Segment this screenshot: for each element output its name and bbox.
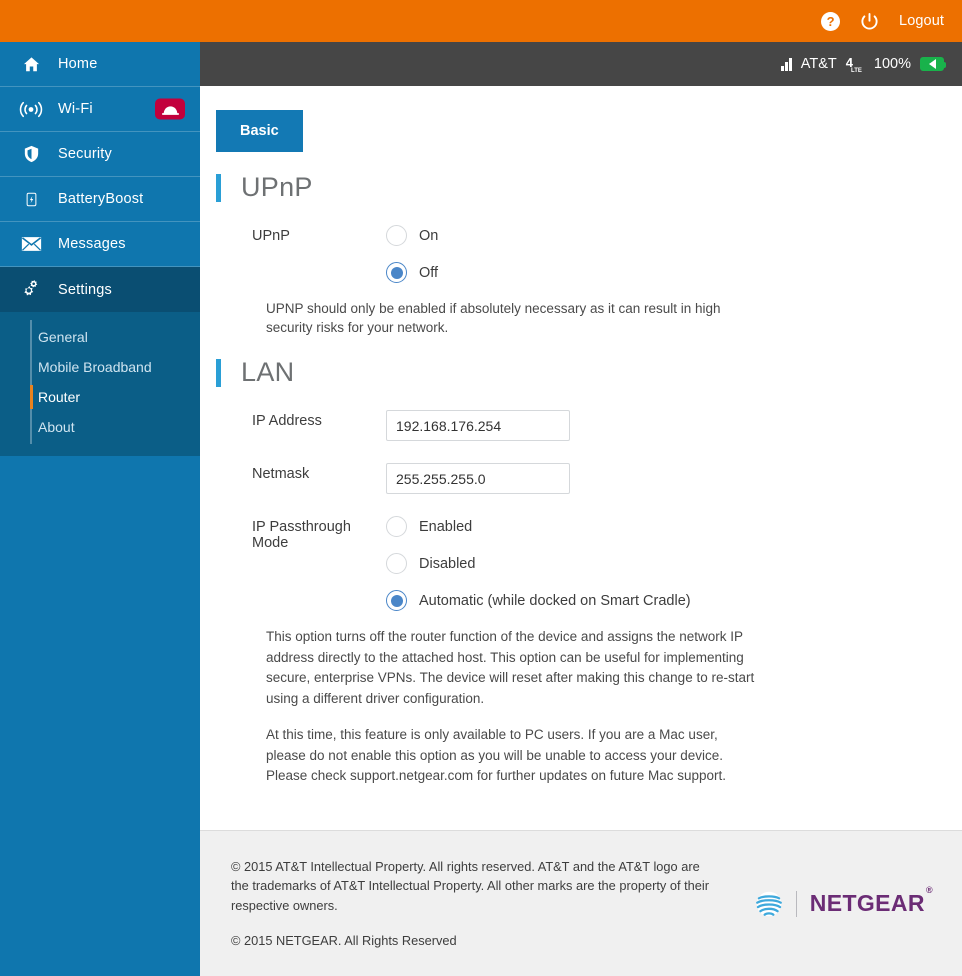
ip-passthrough-radio-group: Enabled Disabled Automatic (while docked… (386, 516, 932, 612)
shield-icon (18, 144, 44, 164)
sidebar-item-home[interactable]: Home (0, 42, 200, 87)
sidebar-item-label: Wi-Fi (58, 101, 93, 117)
radio-icon[interactable] (386, 516, 407, 538)
envelope-icon (18, 236, 44, 252)
upnp-radio-group: On Off (386, 225, 932, 283)
sidebar-item-wifi[interactable]: Wi-Fi (0, 87, 200, 132)
4g-lte-icon: 4LTE (846, 56, 865, 75)
passthrough-description-paragraph: This option turns off the router functio… (266, 629, 755, 706)
submenu-item-label: Mobile Broadband (38, 359, 152, 375)
submenu-item-about[interactable]: About (0, 412, 200, 442)
upnp-option-off[interactable]: Off (386, 262, 932, 283)
passthrough-option-enabled[interactable]: Enabled (386, 516, 932, 538)
main-content: Basic UPnP UPnP On Off UPNP should only … (200, 86, 962, 830)
section-accent-bar (216, 358, 221, 387)
netmask-input[interactable] (386, 463, 570, 495)
passthrough-option-automatic[interactable]: Automatic (while docked on Smart Cradle) (386, 590, 932, 612)
submenu-item-label: General (38, 329, 88, 345)
header-actions: ? Logout (821, 11, 944, 31)
gear-icon (18, 279, 44, 300)
settings-submenu: General Mobile Broadband Router About (0, 312, 200, 456)
device-status-bar: AT&T 4LTE 100% (200, 42, 962, 86)
sidebar-item-label: Settings (58, 281, 112, 298)
logout-button[interactable]: Logout (899, 13, 944, 29)
radio-label: Disabled (419, 555, 476, 572)
netgear-word-text: NETGEAR (809, 890, 925, 916)
logo-divider (795, 890, 797, 917)
footer-copyright-block: © 2015 AT&T Intellectual Property. All r… (231, 857, 721, 950)
sidebar-item-security[interactable]: Security (0, 132, 200, 177)
carrier-label: AT&T (800, 56, 837, 72)
sidebar-nav: Home Wi-Fi Security BatteryBoost Message… (0, 42, 200, 976)
ip-address-control (386, 410, 932, 442)
page-footer: © 2015 AT&T Intellectual Property. All r… (200, 830, 962, 976)
upnp-option-on[interactable]: On (386, 225, 932, 246)
section-header-upnp: UPnP (216, 172, 932, 203)
submenu-item-label: About (38, 419, 75, 435)
netgear-att-logo: NETGEAR® (755, 885, 933, 918)
ip-address-label: IP Address (252, 413, 322, 430)
att-globe-icon (755, 890, 783, 918)
hotspot-device-badge[interactable] (155, 98, 185, 120)
wifi-signal-icon (18, 100, 44, 119)
radio-icon[interactable] (386, 553, 407, 575)
upnp-warning-note: UPNP should only be enabled if absolutel… (266, 301, 721, 336)
battery-charging-icon (920, 57, 946, 71)
radio-icon[interactable] (386, 225, 407, 246)
netmask-field-row: Netmask (216, 463, 932, 495)
submenu-item-mobile-broadband[interactable]: Mobile Broadband (0, 352, 200, 382)
section-header-lan: LAN (216, 357, 932, 388)
att-copyright-text: © 2015 AT&T Intellectual Property. All r… (231, 859, 709, 913)
battery-phone-icon (18, 189, 44, 210)
signal-bars-icon (781, 57, 792, 71)
sidebar-item-messages[interactable]: Messages (0, 222, 200, 267)
help-question-icon[interactable]: ? (821, 11, 841, 31)
upnp-field-row: UPnP On Off (216, 225, 932, 283)
submenu-active-marker (30, 385, 33, 409)
ip-address-input[interactable] (386, 410, 570, 442)
network-tech-label: LTE (851, 68, 862, 75)
radio-label: Enabled (419, 518, 473, 535)
sidebar-item-label: Security (58, 146, 112, 162)
radio-label: Automatic (while docked on Smart Cradle) (419, 592, 691, 609)
submenu-item-label: Router (38, 389, 81, 405)
mac-support-text-post: for further updates on future Mac suppor… (473, 768, 727, 784)
radio-icon-selected[interactable] (386, 590, 407, 612)
section-title: LAN (241, 357, 295, 388)
right-panel: AT&T 4LTE 100% Basic UPnP UPnP On Off UP… (200, 42, 962, 976)
ip-passthrough-label: IP Passthrough Mode (252, 519, 351, 552)
section-accent-bar (216, 173, 221, 202)
registered-mark: ® (925, 885, 933, 896)
ip-address-field-row: IP Address (216, 410, 932, 442)
battery-percent-label: 100% (873, 56, 911, 72)
sidebar-item-label: BatteryBoost (58, 191, 144, 207)
netgear-wordmark: NETGEAR® (809, 885, 933, 917)
section-title: UPnP (241, 172, 313, 202)
passthrough-option-disabled[interactable]: Disabled (386, 553, 932, 575)
netgear-support-link[interactable]: support.netgear.com (350, 768, 473, 783)
power-icon[interactable] (860, 12, 879, 31)
router-admin-page: ? Logout Home Wi-Fi Security BatteryBoos… (0, 0, 962, 976)
sidebar-item-label: Home (58, 56, 98, 72)
tab-basic[interactable]: Basic (216, 110, 303, 152)
sidebar-item-label: Messages (58, 236, 126, 252)
netmask-label: Netmask (252, 466, 310, 483)
mac-support-paragraph: At this time, this feature is only avail… (266, 725, 756, 787)
radio-label: Off (419, 264, 439, 281)
home-icon (18, 55, 44, 74)
upnp-label: UPnP (252, 228, 290, 244)
submenu-item-router[interactable]: Router (0, 382, 200, 412)
submenu-item-general[interactable]: General (0, 322, 200, 352)
body-row: Home Wi-Fi Security BatteryBoost Message… (0, 42, 962, 976)
sidebar-item-batteryboost[interactable]: BatteryBoost (0, 177, 200, 222)
netmask-control (386, 463, 932, 495)
radio-label: On (419, 227, 439, 244)
top-header-bar: ? Logout (0, 0, 962, 42)
ip-passthrough-field-row: IP Passthrough Mode Enabled Disabled Aut… (216, 516, 932, 612)
sidebar-item-settings[interactable]: Settings (0, 267, 200, 312)
netgear-copyright-text: © 2015 NETGEAR. All Rights Reserved (231, 932, 457, 948)
sidebar-filler (0, 456, 200, 976)
radio-icon-selected[interactable] (386, 262, 407, 283)
